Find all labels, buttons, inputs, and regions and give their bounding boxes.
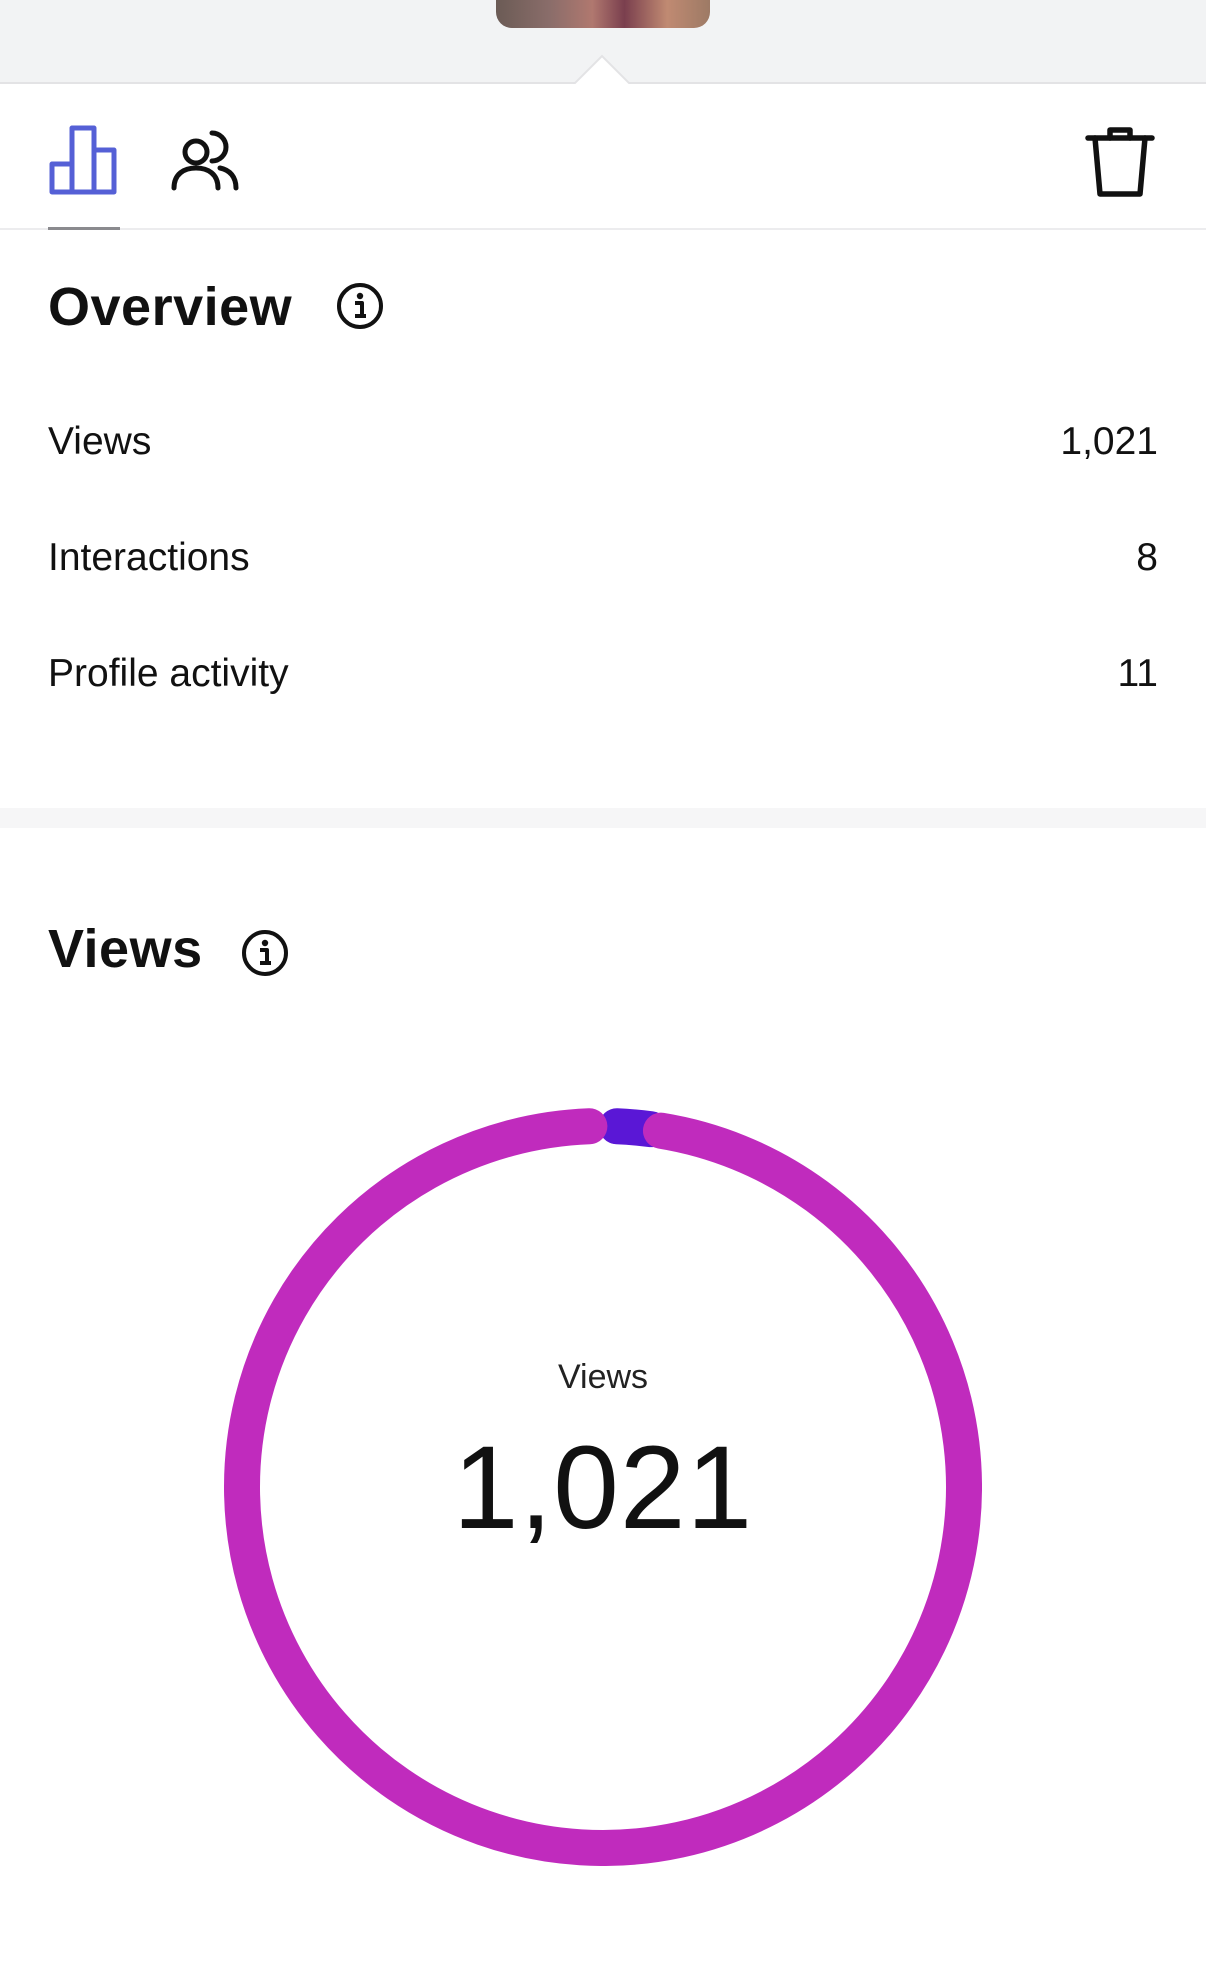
row-value: 11: [1117, 652, 1159, 695]
donut-center-label: Views: [557, 1358, 649, 1396]
overview-title: Overview: [48, 277, 293, 337]
trash-icon[interactable]: [1084, 124, 1156, 200]
overview-row-profile-activity[interactable]: Profile activity 11: [48, 652, 1158, 712]
info-icon[interactable]: [335, 281, 385, 331]
overview-row-views[interactable]: Views 1,021: [48, 420, 1158, 480]
row-label: Interactions: [48, 536, 250, 579]
donut-center-value: 1,021: [452, 1422, 754, 1554]
post-preview-strip: [0, 0, 1206, 86]
row-label: Profile activity: [48, 652, 289, 695]
active-tab-indicator: [48, 227, 120, 230]
views-title: Views: [48, 919, 203, 979]
section-divider: [0, 808, 1206, 828]
bar-chart-icon[interactable]: [48, 124, 120, 196]
insights-screen: Overview Views 1,021 Interactions 8 Prof…: [0, 0, 1206, 1976]
row-label: Views: [48, 420, 152, 463]
popover-pointer: [572, 54, 632, 86]
row-value: 1,021: [1060, 420, 1158, 463]
info-icon[interactable]: [240, 928, 290, 978]
tab-bar: [0, 84, 1206, 230]
overview-row-interactions[interactable]: Interactions 8: [48, 536, 1158, 596]
row-value: 8: [1136, 536, 1158, 579]
people-icon[interactable]: [168, 126, 240, 198]
post-thumbnail[interactable]: [496, 0, 710, 28]
